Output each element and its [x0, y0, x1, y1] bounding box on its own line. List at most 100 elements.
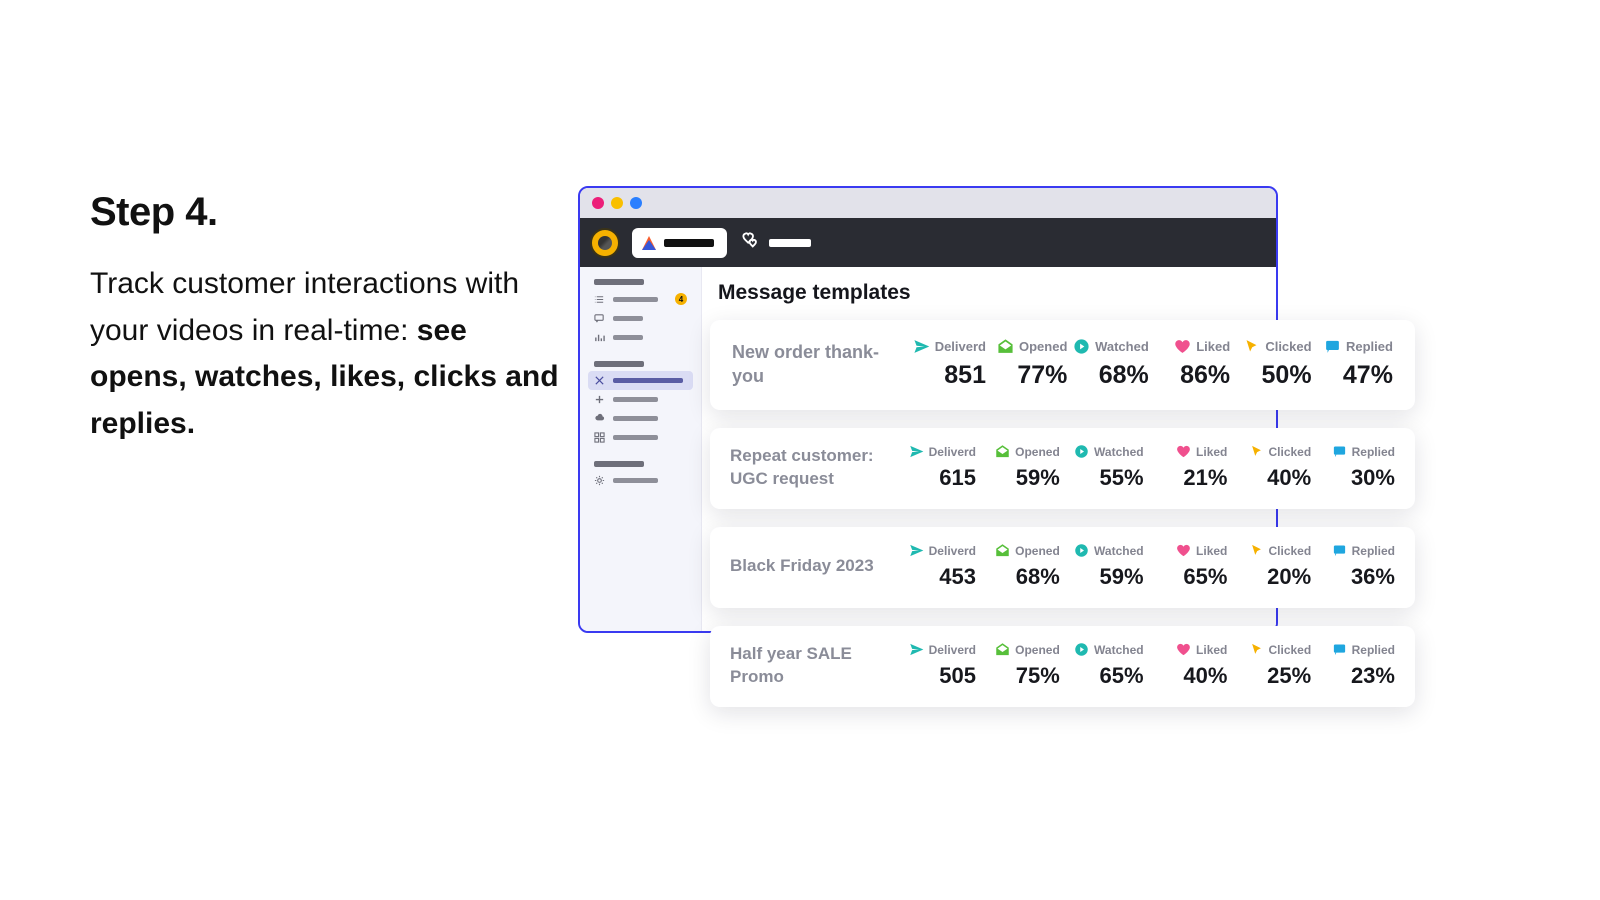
- template-card[interactable]: Repeat customer: UGC request Deliverd 61…: [710, 428, 1415, 509]
- metric-opened: Opened 75%: [988, 642, 1060, 689]
- window-traffic-lights: [580, 188, 1276, 218]
- metric-watched: Watched 65%: [1072, 642, 1144, 689]
- sidebar-section-header: [588, 357, 693, 371]
- grid-icon: [594, 432, 605, 443]
- metric-liked: Liked 40%: [1155, 642, 1227, 689]
- cursor-icon: [1249, 642, 1264, 657]
- chart-icon: [594, 332, 605, 343]
- reply-icon: [1332, 543, 1347, 558]
- play-icon: [1074, 444, 1089, 459]
- envelope-open-icon: [995, 444, 1010, 459]
- reply-icon: [1332, 444, 1347, 459]
- metric-liked: Liked 86%: [1150, 338, 1230, 390]
- workspace-icon: [642, 236, 656, 250]
- metrics-row: Deliverd 505 Opened 75% Watched 65% Like…: [894, 642, 1395, 689]
- close-window-icon[interactable]: [592, 197, 604, 209]
- sidebar-item[interactable]: [588, 390, 693, 409]
- send-icon: [913, 338, 930, 355]
- templates-icon: [594, 375, 605, 386]
- sidebar-item[interactable]: 4: [588, 289, 693, 309]
- workspace-selector[interactable]: [632, 228, 727, 258]
- hearts-icon: [739, 229, 761, 256]
- heart-icon: [1174, 338, 1191, 355]
- sidebar-section-header: [588, 457, 693, 471]
- metric-clicked: Clicked 25%: [1239, 642, 1311, 689]
- nav-favorites-label-placeholder: [769, 239, 811, 247]
- metrics-row: Deliverd 615 Opened 59% Watched 55% Like…: [894, 444, 1395, 491]
- metric-clicked: Clicked 40%: [1239, 444, 1311, 491]
- template-name: Repeat customer: UGC request: [730, 445, 880, 491]
- metric-clicked: Clicked 50%: [1232, 338, 1312, 390]
- gear-icon: [594, 475, 605, 486]
- metric-opened: Opened 59%: [988, 444, 1060, 491]
- metric-watched: Watched 55%: [1072, 444, 1144, 491]
- template-cards: New order thank-you Deliverd 851 Opened …: [710, 320, 1415, 707]
- sidebar-item-templates[interactable]: [588, 371, 693, 390]
- play-icon: [1074, 543, 1089, 558]
- sidebar-item[interactable]: [588, 428, 693, 447]
- play-icon: [1074, 642, 1089, 657]
- reply-icon: [1324, 338, 1341, 355]
- step-body: Track customer interactions with your vi…: [90, 261, 560, 447]
- metric-opened: Opened 77%: [987, 338, 1067, 390]
- metric-delivered: Deliverd 851: [896, 338, 986, 390]
- metric-clicked: Clicked 20%: [1239, 543, 1311, 590]
- metric-replied: Replied 36%: [1323, 543, 1395, 590]
- sidebar-badge: 4: [675, 293, 687, 305]
- metrics-row: Deliverd 453 Opened 68% Watched 59% Like…: [894, 543, 1395, 590]
- envelope-open-icon: [995, 543, 1010, 558]
- nav-favorites[interactable]: [739, 229, 811, 256]
- metric-watched: Watched 59%: [1072, 543, 1144, 590]
- sidebar-item[interactable]: [588, 309, 693, 328]
- list-icon: [594, 294, 605, 305]
- minimize-window-icon[interactable]: [611, 197, 623, 209]
- envelope-open-icon: [995, 642, 1010, 657]
- send-icon: [909, 642, 924, 657]
- heart-icon: [1176, 642, 1191, 657]
- send-icon: [909, 543, 924, 558]
- play-icon: [1073, 338, 1090, 355]
- plus-icon: [594, 394, 605, 405]
- metric-delivered: Deliverd 505: [894, 642, 976, 689]
- step-title: Step 4.: [90, 190, 560, 235]
- reply-icon: [1332, 642, 1347, 657]
- sidebar-header-label: [594, 361, 644, 367]
- cursor-icon: [1249, 543, 1264, 558]
- sidebar-item-settings[interactable]: [588, 471, 693, 490]
- metrics-row: Deliverd 851 Opened 77% Watched 68% Like…: [896, 338, 1393, 390]
- workspace-name-placeholder: [664, 239, 714, 247]
- template-name: Black Friday 2023: [730, 555, 880, 578]
- template-name: New order thank-you: [732, 340, 882, 389]
- metric-watched: Watched 68%: [1069, 338, 1149, 390]
- template-card[interactable]: New order thank-you Deliverd 851 Opened …: [710, 320, 1415, 410]
- metric-replied: Replied 47%: [1313, 338, 1393, 390]
- metric-liked: Liked 21%: [1155, 444, 1227, 491]
- heart-icon: [1176, 543, 1191, 558]
- metric-replied: Replied 30%: [1323, 444, 1395, 491]
- template-name: Half year SALE Promo: [730, 643, 880, 689]
- cursor-icon: [1249, 444, 1264, 459]
- cursor-icon: [1243, 338, 1260, 355]
- heart-icon: [1176, 444, 1191, 459]
- sidebar-header-label: [594, 461, 644, 467]
- sidebar-item[interactable]: [588, 409, 693, 428]
- marketing-copy: Step 4. Track customer interactions with…: [90, 190, 560, 447]
- app-logo-icon[interactable]: [590, 228, 620, 258]
- metric-liked: Liked 65%: [1155, 543, 1227, 590]
- sidebar-section-header: [588, 275, 693, 289]
- metric-replied: Replied 23%: [1323, 642, 1395, 689]
- sidebar-item[interactable]: [588, 328, 693, 347]
- sidebar: 4: [580, 267, 702, 631]
- chat-icon: [594, 313, 605, 324]
- metric-opened: Opened 68%: [988, 543, 1060, 590]
- template-card[interactable]: Half year SALE Promo Deliverd 505 Opened…: [710, 626, 1415, 707]
- top-bar: [580, 218, 1276, 267]
- send-icon: [909, 444, 924, 459]
- template-card[interactable]: Black Friday 2023 Deliverd 453 Opened 68…: [710, 527, 1415, 608]
- metric-delivered: Deliverd 615: [894, 444, 976, 491]
- expand-window-icon[interactable]: [630, 197, 642, 209]
- cloud-icon: [594, 413, 605, 424]
- envelope-open-icon: [997, 338, 1014, 355]
- metric-delivered: Deliverd 453: [894, 543, 976, 590]
- sidebar-header-label: [594, 279, 644, 285]
